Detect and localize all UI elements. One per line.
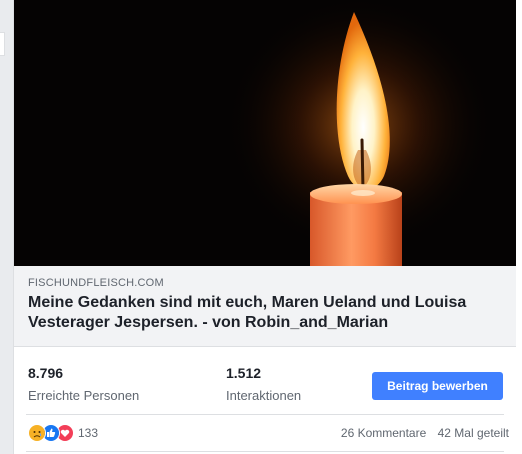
reaction-count[interactable]: 133 bbox=[78, 426, 98, 440]
link-preview-image[interactable] bbox=[14, 0, 516, 266]
link-preview-text[interactable]: FISCHUNDFLEISCH.COM Meine Gedanken sind … bbox=[14, 266, 516, 347]
reach-label: Erreichte Personen bbox=[28, 388, 140, 403]
adjacent-panel-edge bbox=[0, 32, 5, 56]
engagement-value: 1.512 bbox=[226, 365, 262, 381]
reactions-summary[interactable]: 133 bbox=[28, 424, 98, 442]
link-title[interactable]: Meine Gedanken sind mit euch, Maren Uela… bbox=[28, 293, 498, 333]
action-bar-divider bbox=[26, 451, 504, 452]
shares-count[interactable]: 42 Mal geteilt bbox=[438, 426, 509, 440]
engagement-counts: 26 Kommentare 42 Mal geteilt bbox=[333, 426, 509, 440]
engagement-label: Interaktionen bbox=[226, 388, 302, 403]
candle-image bbox=[14, 0, 516, 266]
engagement-stat: 1.512 Interaktionen bbox=[226, 365, 301, 403]
link-domain: FISCHUNDFLEISCH.COM bbox=[28, 277, 164, 289]
post-card: FISCHUNDFLEISCH.COM Meine Gedanken sind … bbox=[13, 0, 522, 454]
reach-value: 8.796 bbox=[28, 365, 64, 381]
comments-count[interactable]: 26 Kommentare bbox=[341, 426, 426, 440]
sad-reaction-icon bbox=[28, 424, 46, 442]
divider bbox=[26, 414, 504, 415]
boost-post-button[interactable]: Beitrag bewerben bbox=[372, 372, 503, 400]
reach-stat: 8.796 Erreichte Personen bbox=[28, 365, 139, 403]
